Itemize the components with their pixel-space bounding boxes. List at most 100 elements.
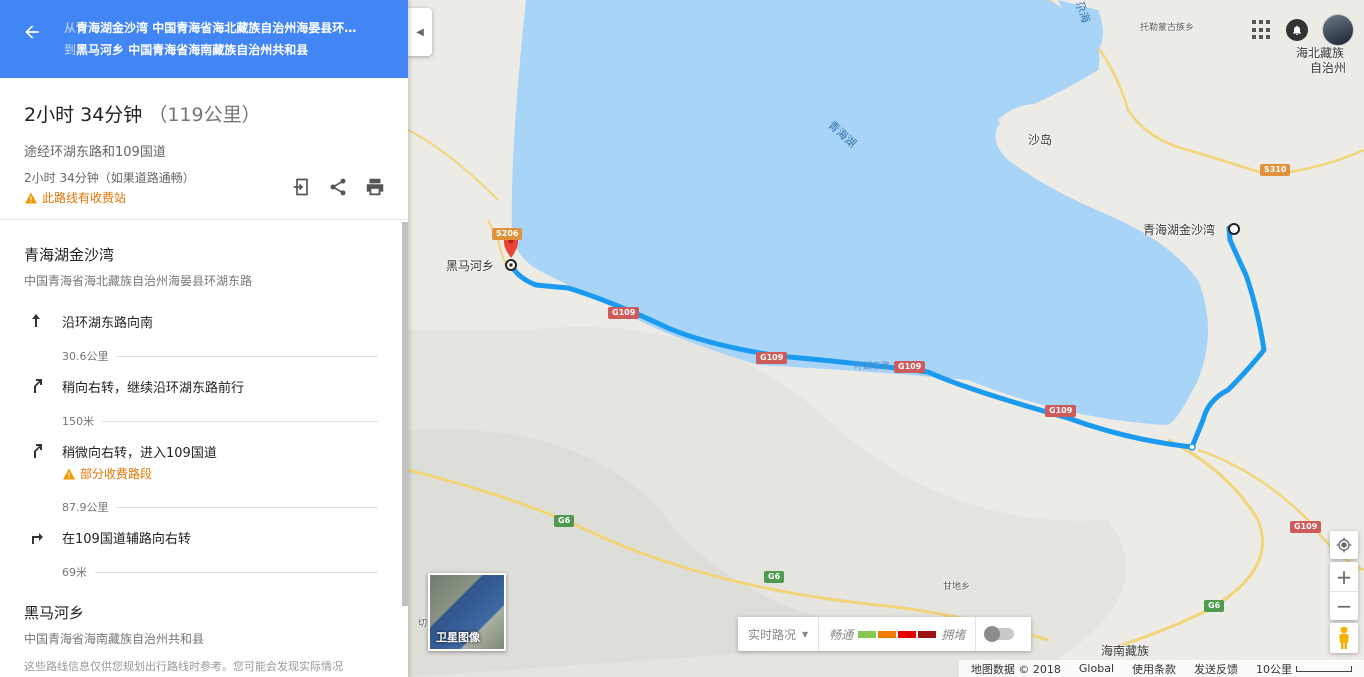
route-duration: 2小时 34分钟 — [24, 104, 143, 126]
traffic-dropdown-label: 实时路况 — [748, 627, 797, 642]
traffic-legend: 畅通 拥堵 — [818, 617, 975, 651]
disclaimer-text: 这些路线信息仅供您规划出行路线时参考。您可能会发现实际情况 — [24, 660, 343, 673]
direction-step[interactable]: 在109国道辅路向右转 69米 — [0, 528, 408, 580]
scale-indicator[interactable]: 10公里 — [1256, 661, 1352, 677]
step-divider — [116, 506, 378, 508]
map-footer: 地图数据 © 2018 Global 使用条款 发送反馈 10公里 — [958, 660, 1364, 677]
hainan-label: 海南藏族 — [1101, 644, 1150, 658]
route-from: 青海湖金沙湾 中国青海省海北藏族自治州海晏县环… — [76, 21, 357, 35]
end-marker-label[interactable]: 黑马河乡 — [446, 257, 494, 274]
zoom-controls: + − — [1330, 562, 1358, 620]
swatch-slow — [878, 631, 897, 638]
zoom-in-button[interactable]: + — [1330, 562, 1358, 591]
global-link[interactable]: Global — [1079, 662, 1114, 675]
step-divider — [95, 571, 378, 573]
traffic-dropdown[interactable]: 实时路况 ▼ — [738, 617, 818, 651]
print-icon[interactable] — [364, 176, 386, 198]
g6-shield-3: G6 — [1204, 600, 1225, 612]
s206-shield: S206 — [492, 228, 523, 240]
step-instruction: 稍微向右转，进入109国道 — [62, 446, 217, 461]
account-avatar[interactable] — [1322, 14, 1354, 46]
map-data-copyright: 地图数据 © 2018 — [970, 662, 1061, 676]
scale-bar — [1296, 665, 1352, 672]
end-place-address: 中国青海省海南藏族自治州共和县 — [24, 632, 205, 646]
to-prefix: 到 — [64, 43, 77, 57]
step-warning-text: 部分收费路段 — [80, 467, 153, 481]
dropdown-arrow-icon: ▼ — [802, 629, 809, 639]
huandong-road-label: 环湖东路 — [854, 362, 891, 372]
traffic-congested-label: 拥堵 — [941, 627, 966, 642]
step-distance-row: 150米 — [62, 413, 378, 429]
crosshair-icon — [1336, 537, 1352, 553]
step-instruction: 稍向右转，继续沿环湖东路前行 — [62, 381, 245, 396]
straight-arrow-icon — [32, 314, 40, 327]
traffic-smooth-label: 畅通 — [829, 627, 854, 642]
step-toll-warning: 部分收费路段 — [62, 465, 378, 482]
g6-shield-2: G6 — [764, 571, 785, 583]
pegman-icon — [1339, 626, 1349, 649]
start-place-name[interactable]: 青海湖金沙湾 — [0, 244, 408, 265]
collapse-panel-button[interactable]: ◀ — [408, 8, 432, 56]
step-divider — [116, 355, 378, 357]
route-to: 黑马河乡 中国青海省海南藏族自治州共和县 — [76, 43, 309, 57]
step-distance: 30.6公里 — [62, 350, 109, 363]
step-instruction: 沿环湖东路向南 — [62, 316, 154, 331]
direction-step[interactable]: 稍向右转，继续沿环湖东路前行 150米 — [0, 377, 408, 429]
route-distance: （119公里） — [148, 104, 261, 126]
swatch-smooth — [858, 631, 877, 638]
swatch-jammed — [918, 631, 937, 638]
route-to-line[interactable]: 到黑马河乡 中国青海省海南藏族自治州共和县 — [64, 41, 396, 58]
step-distance-row: 69米 — [62, 564, 378, 580]
traffic-toggle[interactable] — [984, 626, 1015, 642]
bell-icon — [1293, 25, 1301, 35]
satellite-toggle[interactable]: 卫星图像 — [428, 573, 506, 651]
caret-left-icon: ◀ — [416, 26, 424, 38]
direction-step[interactable]: 沿环湖东路向南 30.6公里 — [0, 312, 408, 364]
step-distance: 69米 — [62, 566, 87, 579]
from-prefix: 从 — [64, 21, 77, 35]
share-icon[interactable] — [328, 176, 348, 198]
start-marker-label[interactable]: 青海湖金沙湾 — [1143, 221, 1215, 238]
top-right-controls — [1252, 14, 1354, 46]
summary-actions — [292, 176, 386, 198]
directions-panel: 从青海湖金沙湾 中国青海省海北藏族自治州海晏县环… 到黑马河乡 中国青海省海南藏… — [0, 0, 408, 677]
warning-icon — [63, 468, 75, 479]
satellite-label: 卫星图像 — [436, 631, 480, 644]
route-via: 途经环湖东路和109国道 — [24, 145, 166, 160]
swatch-heavy — [898, 631, 917, 638]
zoom-out-button[interactable]: − — [1330, 591, 1358, 620]
g109-shield-4: G109 — [1045, 405, 1077, 417]
map-canvas[interactable]: 青海湖 沙岛 海北藏族 自治州 托勒蒙古族乡 尕海 黑马河乡 青海湖金沙湾 甘地… — [408, 0, 1364, 677]
send-to-device-icon[interactable] — [292, 176, 312, 198]
notifications-button[interactable] — [1286, 19, 1308, 41]
google-maps-app: 青海湖 沙岛 海北藏族 自治州 托勒蒙古族乡 尕海 黑马河乡 青海湖金沙湾 甘地… — [0, 0, 1364, 677]
tuole-label: 托勒蒙古族乡 — [1140, 23, 1195, 33]
back-arrow-icon[interactable] — [22, 22, 42, 42]
panel-scrollbar[interactable] — [402, 222, 408, 606]
warning-icon — [25, 192, 37, 203]
feedback-link[interactable]: 发送反馈 — [1194, 661, 1238, 677]
g109-shield-3: G109 — [894, 361, 926, 373]
my-location-button[interactable] — [1330, 531, 1358, 559]
step-instruction: 在109国道辅路向右转 — [62, 532, 191, 547]
street-view-pegman[interactable] — [1330, 623, 1358, 653]
haibei-label-2: 自治州 — [1310, 61, 1347, 75]
traffic-swatches — [857, 627, 937, 641]
step-distance: 87.9公里 — [62, 501, 109, 514]
scale-label: 10公里 — [1256, 662, 1292, 676]
step-divider — [102, 420, 378, 422]
ganzi-label: 甘地乡 — [943, 582, 971, 592]
route-from-line[interactable]: 从青海湖金沙湾 中国青海省海北藏族自治州海晏县环… — [64, 19, 396, 36]
toll-warning-text: 此路线有收费站 — [42, 191, 127, 205]
end-place-name[interactable]: 黑马河乡 — [0, 602, 408, 623]
direction-step[interactable]: 稍微向右转，进入109国道 部分收费路段 87.9公里 — [0, 442, 408, 515]
g6-shield-1: G6 — [554, 515, 575, 527]
terms-link[interactable]: 使用条款 — [1132, 661, 1176, 677]
directions-header: 从青海湖金沙湾 中国青海省海北藏族自治州海晏县环… 到黑马河乡 中国青海省海南藏… — [0, 0, 408, 78]
turn-right-icon — [32, 533, 43, 544]
s310-shield: S310 — [1260, 164, 1291, 176]
map-base-svg — [408, 0, 1364, 677]
traffic-toggle-wrap — [975, 617, 1024, 651]
g109-shield-5: G109 — [1290, 521, 1322, 533]
apps-grid-icon[interactable] — [1252, 20, 1272, 40]
